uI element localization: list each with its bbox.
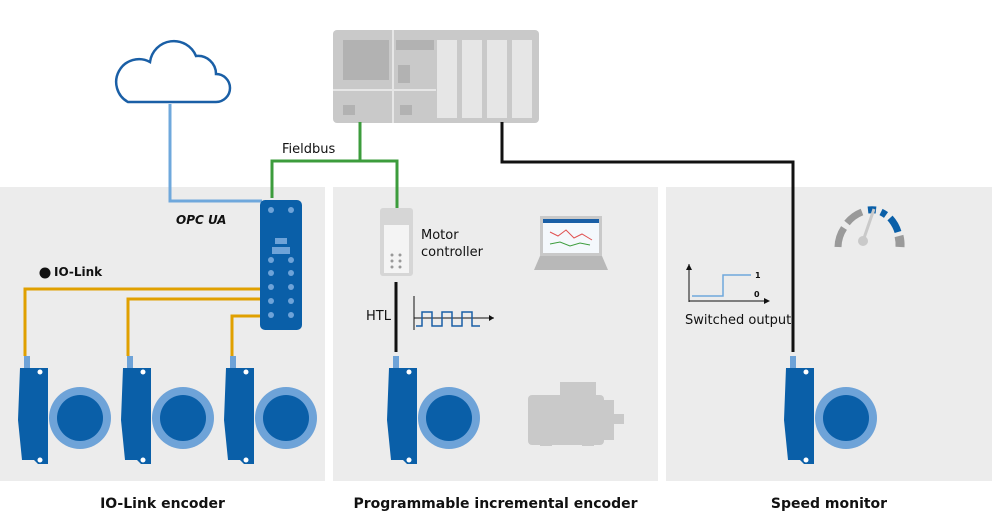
opc-ua-logo: OPC UA <box>176 213 227 227</box>
plc-icon <box>333 30 539 123</box>
motor-controller-label-1: Motor <box>421 228 459 243</box>
fieldbus-label: Fieldbus <box>282 142 336 157</box>
laptop-icon <box>534 216 608 270</box>
cloud-connection <box>168 104 262 203</box>
motor-controller-icon <box>380 208 413 276</box>
switched-output-label: Switched output <box>685 313 792 328</box>
caption-incremental-encoder: Programmable incremental encoder <box>353 496 638 512</box>
io-link-logo-icon <box>39 267 51 279</box>
caption-io-link-encoder: IO-Link encoder <box>100 496 225 512</box>
signal-low-label: 0 <box>754 290 760 299</box>
io-link-label: IO-Link <box>54 265 103 279</box>
caption-speed-monitor: Speed monitor <box>770 496 888 512</box>
io-link-master-icon <box>260 200 302 330</box>
motor-controller-label-2: controller <box>421 245 484 260</box>
fieldbus-line <box>270 122 362 198</box>
signal-high-label: 1 <box>755 271 761 280</box>
cloud-icon <box>114 39 232 104</box>
htl-label: HTL <box>366 309 391 324</box>
system-diagram <box>0 30 992 481</box>
